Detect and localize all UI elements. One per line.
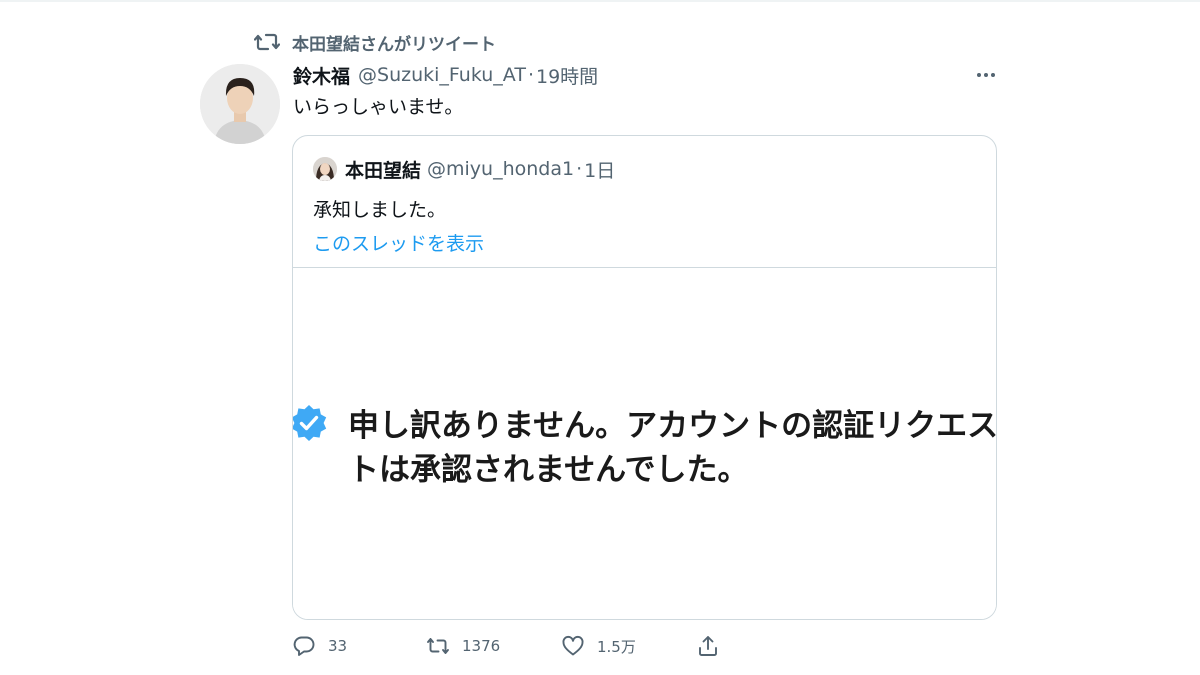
show-thread-link[interactable]: このスレッドを表示 (313, 231, 484, 257)
tweet-text: いらっしゃいませ。 (293, 96, 464, 118)
quote-text: 承知しました。 (313, 199, 447, 221)
author-handle[interactable]: @Suzuki_Fuku_AT (358, 64, 526, 86)
tweet-header: 鈴木福 @Suzuki_Fuku_AT · 19時間 (293, 61, 598, 89)
retweet-count: 1376 (462, 637, 501, 655)
avatar[interactable] (200, 64, 280, 144)
media-caption-line-1: 申し訳ありません。アカウントの認証リクエス (348, 408, 997, 444)
like-button[interactable]: 1.5万 (561, 632, 636, 660)
quote-media-image[interactable]: 申し訳ありません。アカウントの認証リクエス トは承認されませんでした。 (293, 268, 997, 619)
tweet-timestamp[interactable]: 19時間 (536, 62, 598, 89)
retweet-context-label[interactable]: 本田望結さんがリツイート (292, 30, 496, 55)
quote-author-name[interactable]: 本田望結 (345, 156, 421, 183)
share-button[interactable] (696, 632, 720, 660)
top-divider (0, 0, 1200, 2)
tweet-action-bar: 33 1376 1.5万 (292, 632, 732, 660)
heart-icon (562, 635, 584, 656)
media-caption: 申し訳ありません。アカウントの認証リクエス トは承認されませんでした。 (348, 404, 997, 492)
retweet-icon (427, 638, 449, 654)
share-icon (699, 636, 717, 656)
retweet-context: 本田望結さんがリツイート (254, 30, 496, 55)
quote-timestamp[interactable]: 1日 (584, 156, 615, 183)
reply-count: 33 (328, 637, 348, 655)
quote-tweet-card[interactable]: 本田望結 @miyu_honda1 · 1日 承知しました。 このスレッドを表示… (292, 135, 997, 620)
author-name[interactable]: 鈴木福 (293, 62, 350, 89)
verified-badge-icon (293, 403, 329, 443)
quote-header-separator: · (576, 158, 583, 180)
header-separator: · (527, 64, 534, 86)
retweet-button[interactable]: 1376 (426, 632, 500, 660)
quote-avatar[interactable] (313, 157, 337, 181)
reply-button[interactable]: 33 (292, 632, 347, 660)
like-count: 1.5万 (597, 637, 636, 656)
reply-icon (293, 636, 315, 656)
retweet-icon (254, 31, 280, 53)
more-options-button[interactable] (972, 64, 1000, 86)
quote-header: 本田望結 @miyu_honda1 · 1日 (313, 156, 615, 182)
quote-author-handle[interactable]: @miyu_honda1 (427, 158, 574, 180)
more-dots-icon (977, 73, 995, 77)
media-caption-line-2: トは承認されませんでした。 (348, 452, 749, 488)
